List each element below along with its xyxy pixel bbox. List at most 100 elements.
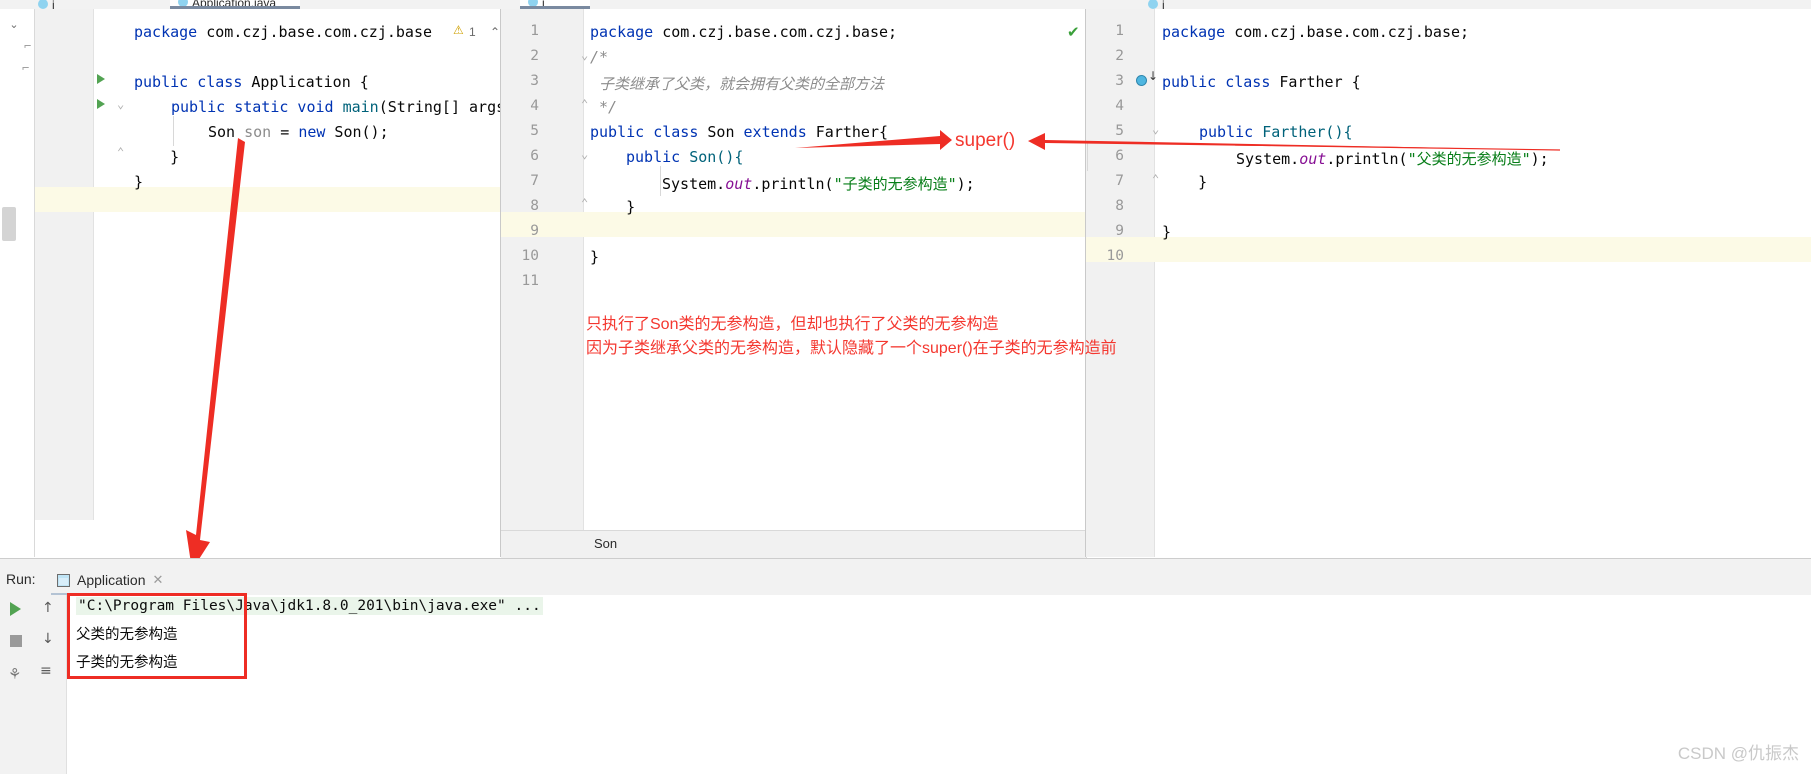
editor-tab-2[interactable]: j <box>520 0 590 9</box>
line-number: 4 <box>1115 98 1124 114</box>
scroll-up-button[interactable]: ↑ <box>42 600 54 616</box>
close-icon[interactable]: ✕ <box>153 572 164 588</box>
run-configuration-tab[interactable]: Application ✕ <box>57 567 163 593</box>
annotation-console-highlight-box <box>67 593 247 679</box>
code-line-10: } <box>590 248 599 266</box>
editor-pane-application[interactable]: 1 2 3 4 5 6 7 8 ⌄ ⌃ package com.czj.base… <box>35 9 501 520</box>
fold-open-icon[interactable]: ⌄ <box>581 48 588 62</box>
field-out: out <box>725 175 753 193</box>
editor-pane-son[interactable]: 1 2 3 4 5 6 7 8 9 10 11 ✔ ⌄ ⌃ ⌄ ⌃ packag… <box>501 9 1085 530</box>
closing-brace: } <box>1162 173 1208 191</box>
line-number: 8 <box>1115 198 1124 214</box>
run-method-gutter-icon[interactable] <box>97 99 105 109</box>
line-number: 5 <box>1115 123 1124 139</box>
code-line-2: /* <box>590 48 608 66</box>
closing-brace: } <box>134 148 180 166</box>
coverage-icon[interactable]: ⚘ <box>8 665 21 683</box>
line-number: 10 <box>1106 248 1124 264</box>
constructor-son: Son(){ <box>680 148 744 166</box>
keyword-public: public <box>626 148 681 166</box>
annotation-note-line-1: 只执行了Son类的无参构造，但却也执行了父类的无参构造 <box>586 316 999 333</box>
keyword-modifiers: public static void <box>171 98 334 116</box>
line-number: 3 <box>1115 73 1124 89</box>
line-number: 9 <box>530 223 539 239</box>
line-number: 4 <box>530 98 539 114</box>
code-line-3: public class Application { <box>134 73 369 91</box>
class-decl: Application { <box>242 73 369 91</box>
closing-brace: } <box>590 248 600 266</box>
line-number: 10 <box>521 248 539 264</box>
comment-start: /* <box>590 48 609 66</box>
keyword-package: package <box>590 23 654 41</box>
class-name-farther: Farther { <box>1270 73 1361 91</box>
editor-pane-farther[interactable]: 1 2 3 4 5 6 7 8 9 10 ↓ ⌄ ⌃ package com.c… <box>1086 9 1811 557</box>
gutter-application[interactable] <box>35 9 94 520</box>
fold-close-icon[interactable]: ⌃ <box>581 196 588 210</box>
fold-close-icon[interactable]: ⌃ <box>581 97 588 111</box>
fold-close-icon[interactable]: ⌃ <box>117 145 124 159</box>
keyword-public: public <box>1199 123 1254 141</box>
implemented-arrow-icon[interactable]: ↓ <box>1148 69 1158 83</box>
editor-tab-0[interactable]: j <box>30 0 160 9</box>
package-path: com.czj.base.com.czj.base <box>197 23 433 41</box>
editor-bottom-filler <box>35 520 501 557</box>
run-tool-window: Run: Application ✕ ⚘ ↑ ↓ ≡ "C:\Program F… <box>0 558 1811 774</box>
stop-button[interactable] <box>10 635 22 647</box>
code-line-1: package com.czj.base.com.czj.base <box>134 23 432 41</box>
code-line-7: } <box>134 173 143 191</box>
csdn-watermark: CSDN @仇振杰 <box>1677 744 1799 763</box>
fold-open-icon[interactable]: ⌄ <box>1152 122 1159 136</box>
line-number: 2 <box>1115 48 1124 64</box>
code-line-3: public class Farther { <box>1162 73 1361 91</box>
fold-open-icon[interactable]: ⌄ <box>581 147 588 161</box>
constructor-farther: Farther(){ <box>1253 123 1353 141</box>
code-line-5: public Farther(){ <box>1199 123 1353 141</box>
java-file-icon <box>1148 0 1158 9</box>
override-marker-icon[interactable] <box>1136 75 1147 86</box>
closing-brace: } <box>1162 223 1172 241</box>
vertical-scrollbar-thumb[interactable] <box>2 207 16 241</box>
code-line-5: Son son = new Son(); <box>208 123 389 141</box>
ide-window: j Application.java j j ⌄ ⌐ ⌐ 1 2 3 4 5 6… <box>0 0 1811 774</box>
code-line-1: package com.czj.base.com.czj.base; <box>590 23 897 41</box>
indent-guide <box>173 116 174 146</box>
code-line-3: 子类继承了父类，就会拥有父类的全部方法 <box>590 73 884 94</box>
line-number: 5 <box>530 123 539 139</box>
fold-open-icon[interactable]: ⌄ <box>117 97 124 111</box>
editor-tab-1[interactable]: Application.java <box>170 0 300 9</box>
class-name-son: Son <box>698 123 744 141</box>
type-son: Son <box>208 123 245 141</box>
run-window-label: Run: <box>6 571 36 587</box>
editor-left-strip: ⌄ ⌐ ⌐ <box>0 9 35 557</box>
console-output[interactable]: "C:\Program Files\Java\jdk1.8.0_201\bin\… <box>67 595 1811 774</box>
collapse-chevron-icon[interactable]: ⌄ <box>8 19 20 31</box>
scroll-down-button[interactable]: ↓ <box>42 631 54 647</box>
fold-close-icon[interactable]: ⌃ <box>1152 172 1159 186</box>
run-config-icon <box>57 573 70 587</box>
indent-guide <box>660 166 661 196</box>
string-literal: "父类的无参构造" <box>1407 150 1531 168</box>
prev-problem-icon[interactable]: ⌃ <box>490 25 500 39</box>
editor-tab-3[interactable]: j <box>1140 0 1210 9</box>
inspection-ok-icon[interactable]: ✔ <box>1067 23 1080 41</box>
code-line-6: public Son(){ <box>626 148 743 166</box>
field-out: out <box>1299 150 1327 168</box>
gutter-farther[interactable] <box>1086 9 1155 557</box>
run-class-gutter-icon[interactable] <box>97 74 105 84</box>
annotation-super-label: super() <box>955 130 1016 151</box>
rerun-button[interactable] <box>10 602 21 616</box>
soft-wrap-button[interactable]: ≡ <box>40 663 52 679</box>
caret-row-highlight <box>501 212 1085 237</box>
code-line-5: public class Son extends Farther{ <box>590 123 888 141</box>
call-end: ); <box>1530 150 1549 168</box>
comment-body: 子类继承了父类，就会拥有父类的全部方法 <box>590 75 885 93</box>
package-path: com.czj.base.com.czj.base; <box>653 23 898 41</box>
editor-tab-label: j <box>1162 0 1165 9</box>
line-number: 11 <box>521 273 539 289</box>
line-number: 1 <box>530 23 539 39</box>
keyword-extends: extends <box>743 123 807 141</box>
superclass-farther: Farther{ <box>806 123 889 141</box>
java-file-icon <box>528 0 538 6</box>
warning-triangle-icon[interactable]: ⚠ <box>453 23 464 37</box>
breadcrumb-son[interactable]: Son <box>594 536 617 551</box>
